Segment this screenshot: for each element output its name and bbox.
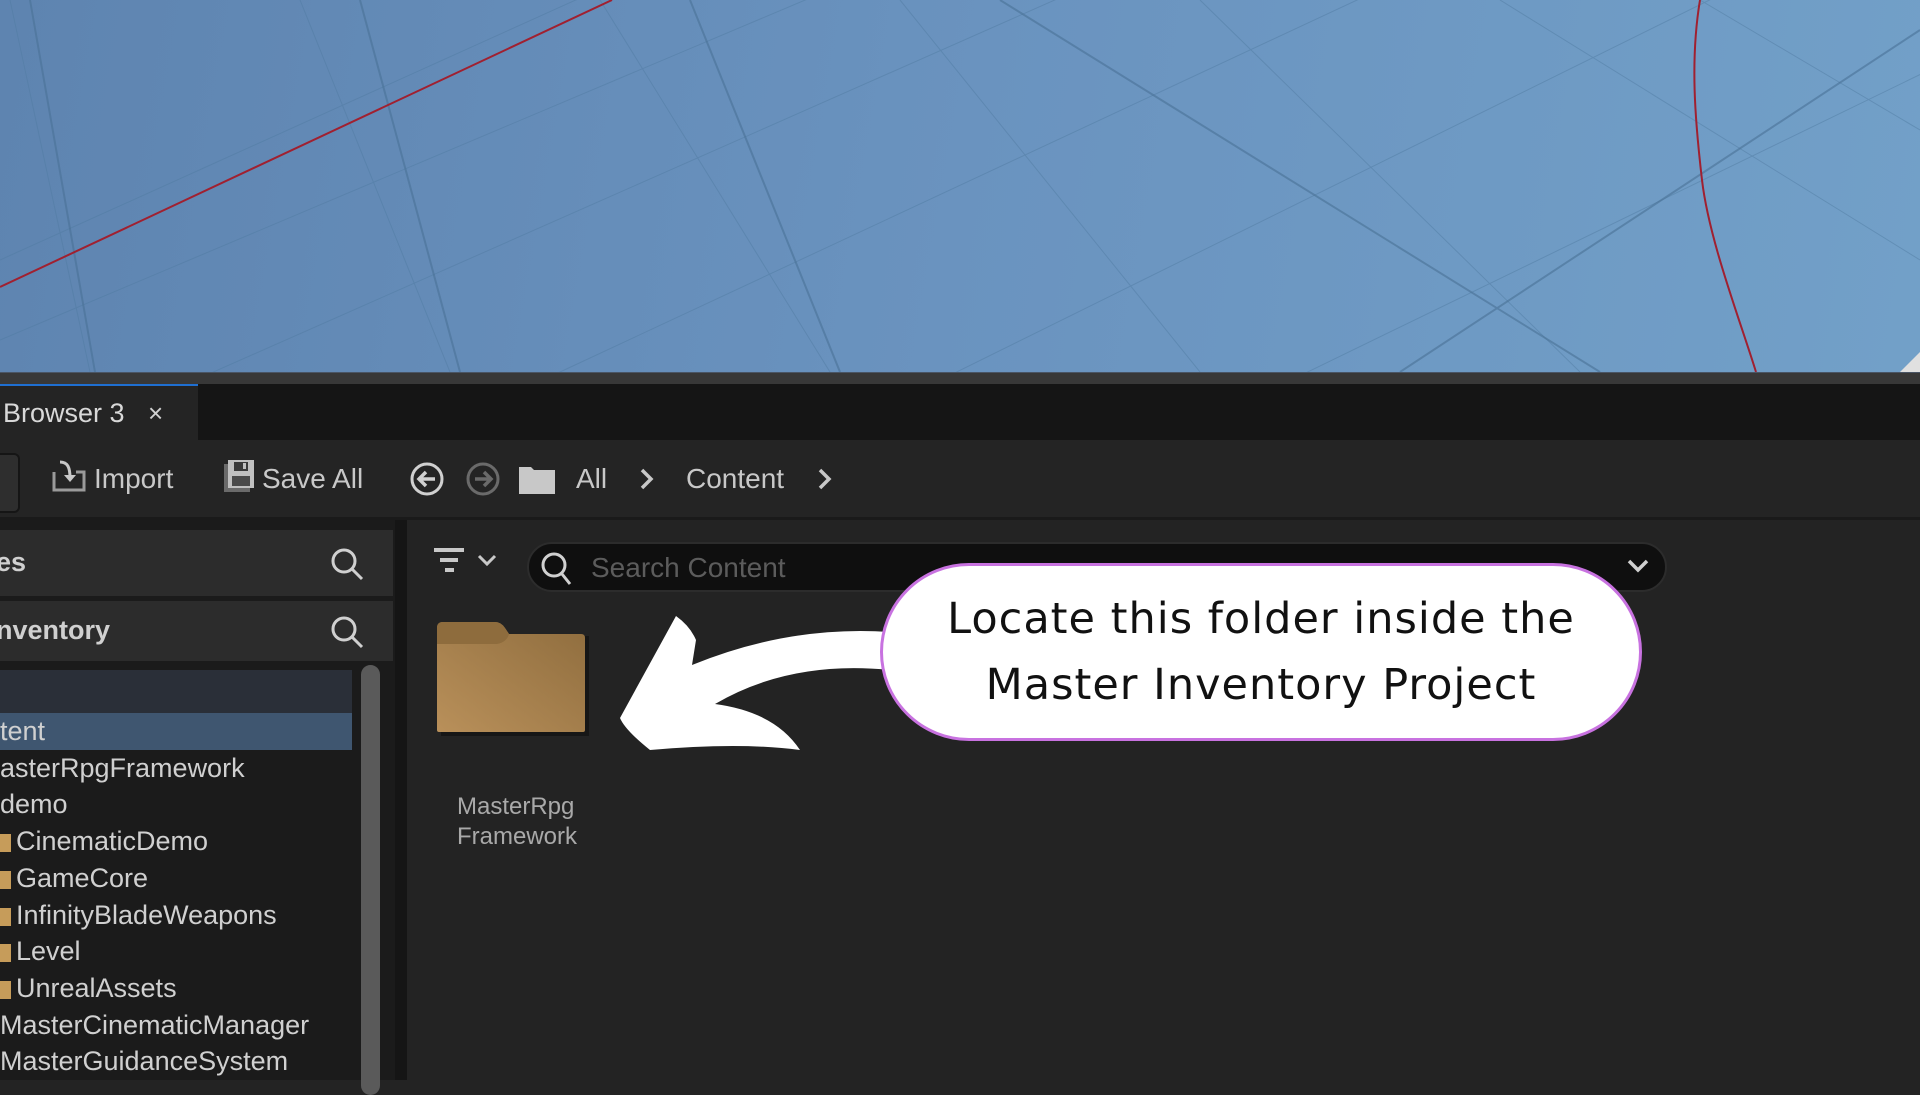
import-button[interactable]: Import: [50, 454, 173, 504]
tree-item-label: UnrealAssets: [16, 972, 177, 1003]
favorites-header[interactable]: es: [0, 530, 393, 596]
panel-splitter[interactable]: [0, 372, 1920, 384]
level-viewport[interactable]: [0, 0, 1920, 372]
asset-name-line-1: MasterRpg: [457, 793, 575, 820]
breadcrumb-separator-icon[interactable]: [815, 454, 835, 504]
tree-item[interactable]: MasterGuidanceSystem: [0, 1043, 352, 1080]
annotation-line-2: Master Inventory Project: [985, 660, 1537, 710]
tree-item[interactable]: UnrealAssets: [0, 970, 352, 1007]
search-icon: [539, 550, 575, 593]
asset-name-line-2: Framework: [457, 823, 578, 850]
breadcrumb-separator-icon[interactable]: [637, 454, 657, 504]
save-all-button[interactable]: Save All: [222, 454, 363, 504]
breadcrumb-content[interactable]: Content: [686, 454, 784, 504]
tree-item[interactable]: demo: [0, 786, 352, 823]
asset-name: MasterRpg Framework: [457, 792, 577, 852]
tree-scrollbar[interactable]: [361, 665, 380, 1095]
project-label: nventory: [0, 615, 111, 645]
close-icon[interactable]: ×: [148, 398, 163, 429]
tree-item-label: asterRpgFramework: [0, 752, 245, 783]
viewport-grid: [0, 0, 1920, 372]
browse-folder-button[interactable]: [518, 454, 556, 504]
panel-divider[interactable]: [395, 520, 407, 1080]
tree-item-label: MasterGuidanceSystem: [0, 1046, 289, 1077]
chevron-down-icon: [477, 554, 497, 567]
breadcrumb-all[interactable]: All: [576, 454, 607, 504]
folder-icon: [0, 944, 11, 963]
folder-icon: [0, 907, 11, 926]
tree-item-label: GameCore: [16, 862, 149, 893]
annotation-text: Locate this folder inside the Master Inv…: [947, 586, 1575, 718]
folder-icon: [519, 467, 555, 494]
viewport-y-axis: [1693, 0, 1757, 372]
tree-item-label: CinematicDemo: [16, 826, 209, 857]
chevron-down-icon[interactable]: [1625, 556, 1651, 581]
tree-item[interactable]: tent: [0, 713, 352, 750]
toolbar: Import Save All All Content: [0, 440, 1920, 520]
tree-item-label: Level: [16, 936, 81, 967]
folder-icon: [0, 980, 11, 999]
save-all-label: Save All: [262, 463, 364, 494]
save-icon: [222, 458, 256, 501]
tree-item[interactable]: MasterCinematicManager: [0, 1007, 352, 1044]
annotation-callout: Locate this folder inside the Master Inv…: [880, 563, 1642, 741]
search-icon[interactable]: [329, 614, 365, 655]
asset-tile-masterrpg-framework[interactable]: MasterRpg Framework: [437, 620, 597, 880]
tree-item[interactable]: asterRpgFramework: [0, 750, 352, 787]
tree-item[interactable]: InfinityBladeWeapons: [0, 897, 352, 934]
tree-item-label: InfinityBladeWeapons: [16, 899, 277, 930]
folder-icon: [437, 622, 589, 736]
tree-item[interactable]: CinematicDemo: [0, 823, 352, 860]
tab-label: Browser 3: [3, 398, 125, 428]
annotation-line-1: Locate this folder inside the: [947, 594, 1575, 644]
sources-panel: es nventory tent asterRpgFramework demo Cin…: [0, 520, 395, 1095]
tab-content-browser-3[interactable]: Browser 3 ×: [0, 384, 198, 440]
annotation-arrow-icon: [620, 616, 890, 750]
forward-button[interactable]: [465, 454, 501, 504]
back-button[interactable]: [409, 454, 445, 504]
viewport-x-axis: [0, 0, 613, 288]
search-icon[interactable]: [329, 546, 365, 587]
tree-item[interactable]: Level: [0, 933, 352, 970]
forward-arrow-icon: [466, 462, 500, 496]
project-header[interactable]: nventory: [0, 601, 393, 661]
folder-tree: tent asterRpgFramework demo CinematicDemo Ga…: [0, 670, 352, 1080]
back-arrow-icon: [410, 462, 444, 496]
tree-item-label: tent: [0, 716, 46, 746]
folder-icon: [0, 870, 11, 889]
tree-item-label: MasterCinematicManager: [0, 1009, 310, 1040]
add-button[interactable]: [0, 453, 20, 513]
tree-item[interactable]: GameCore: [0, 860, 352, 897]
tab-bar: Browser 3 ×: [0, 384, 1920, 440]
folder-icon: [0, 834, 11, 853]
filter-button[interactable]: [432, 544, 498, 576]
tree-item-label: demo: [0, 789, 68, 820]
filter-icon: [434, 548, 464, 572]
import-icon: [50, 458, 88, 501]
tree-root-row[interactable]: [0, 670, 352, 713]
import-label: Import: [94, 463, 174, 494]
favorites-label: es: [0, 547, 27, 577]
